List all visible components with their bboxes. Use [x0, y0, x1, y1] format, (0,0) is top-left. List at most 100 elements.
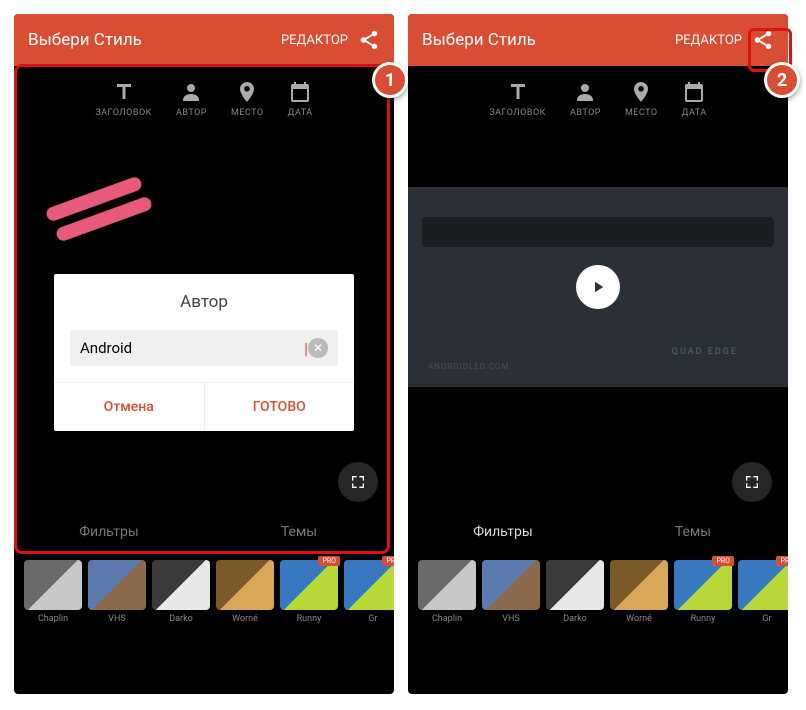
filter-runny[interactable]: RunnyPRO — [674, 560, 732, 624]
person-icon — [573, 80, 597, 104]
title-icon — [506, 80, 530, 104]
page-title: Выбери Стиль — [28, 30, 142, 50]
header: Выбери Стиль РЕДАКТОР — [408, 14, 788, 66]
filter-thumb — [344, 560, 394, 610]
location-icon — [629, 80, 653, 104]
preview-area: QUAD EDGE ANDROIDLED.COM — [408, 132, 788, 442]
toolbar: ЗАГОЛОВОК АВТОР МЕСТО ДАТА — [14, 66, 394, 132]
dialog-buttons: Отмена ГОТОВО — [54, 382, 354, 431]
tool-label: МЕСТО — [231, 108, 264, 118]
editor-label[interactable]: РЕДАКТОР — [281, 33, 348, 48]
tool-label: АВТОР — [570, 108, 601, 118]
filter-vhs[interactable]: VHS — [482, 560, 540, 624]
editor-label[interactable]: РЕДАКТОР — [675, 33, 742, 48]
filter-label: Worné — [232, 614, 258, 624]
header: Выбери Стиль РЕДАКТОР — [14, 14, 394, 66]
tool-label: АВТОР — [176, 108, 207, 118]
share-icon[interactable] — [358, 29, 380, 51]
filter-strip[interactable]: ChaplinVHSDarkoWornéRunnyPROGrPRO — [408, 552, 788, 632]
filter-label: Chaplin — [38, 614, 68, 624]
filter-label: Gr — [368, 614, 377, 624]
tab-themes[interactable]: Темы — [598, 512, 788, 552]
filter-label: Runny — [297, 614, 322, 624]
tool-label: МЕСТО — [625, 108, 658, 118]
play-icon — [589, 278, 607, 296]
filter-thumb — [674, 560, 732, 610]
tab-filters[interactable]: Фильтры — [14, 512, 204, 552]
device-frame — [422, 217, 774, 247]
filter-gr[interactable]: GrPRO — [344, 560, 394, 624]
tool-title[interactable]: ЗАГОЛОВОК — [95, 80, 152, 118]
page-title: Выбери Стиль — [422, 30, 536, 50]
filter-thumb — [216, 560, 274, 610]
filter-thumb — [88, 560, 146, 610]
title-icon — [112, 80, 136, 104]
tool-label: ЗАГОЛОВОК — [489, 108, 546, 118]
filter-gr[interactable]: GrPRO — [738, 560, 788, 624]
play-button[interactable] — [576, 265, 620, 309]
filter-worné[interactable]: Worné — [610, 560, 668, 624]
filter-thumb — [24, 560, 82, 610]
marker-2: 2 — [764, 62, 800, 98]
tool-label: ДАТА — [682, 108, 707, 118]
video-preview[interactable]: QUAD EDGE ANDROIDLED.COM — [408, 187, 788, 387]
dialog-title: Автор — [54, 274, 354, 330]
tool-title[interactable]: ЗАГОЛОВОК — [489, 80, 546, 118]
tool-date[interactable]: ДАТА — [682, 80, 707, 118]
tab-filters[interactable]: Фильтры — [408, 512, 598, 552]
filter-thumb — [546, 560, 604, 610]
filter-label: Gr — [762, 614, 771, 624]
filter-label: Chaplin — [432, 614, 462, 624]
filter-thumb — [280, 560, 338, 610]
filter-thumb — [152, 560, 210, 610]
filter-thumb — [738, 560, 788, 610]
filter-label: Darko — [563, 614, 587, 624]
tool-place[interactable]: МЕСТО — [625, 80, 658, 118]
filter-thumb — [610, 560, 668, 610]
pro-badge: PRO — [712, 556, 734, 566]
preview-image — [34, 162, 174, 252]
cancel-button[interactable]: Отмена — [54, 383, 205, 431]
phone-left: Выбери Стиль РЕДАКТОР ЗАГОЛОВОК АВТОР МЕ… — [14, 14, 394, 694]
tab-themes[interactable]: Темы — [204, 512, 394, 552]
filter-strip[interactable]: ChaplinVHSDarkoWornéRunnyPROGrPRO — [14, 552, 394, 632]
author-dialog: Автор | ✕ Отмена ГОТОВО — [54, 274, 354, 431]
tabs: Фильтры Темы — [408, 512, 788, 552]
filter-darko[interactable]: Darko — [546, 560, 604, 624]
filter-chaplin[interactable]: Chaplin — [24, 560, 82, 624]
tool-author[interactable]: АВТОР — [570, 80, 601, 118]
tabs: Фильтры Темы — [14, 512, 394, 552]
filter-label: VHS — [108, 614, 126, 624]
tool-date[interactable]: ДАТА — [288, 80, 313, 118]
tool-label: ЗАГОЛОВОК — [95, 108, 152, 118]
tool-author[interactable]: АВТОР — [176, 80, 207, 118]
fullscreen-icon — [350, 474, 366, 490]
author-input[interactable] — [80, 339, 304, 357]
filter-darko[interactable]: Darko — [152, 560, 210, 624]
filter-runny[interactable]: RunnyPRO — [280, 560, 338, 624]
clear-icon[interactable]: ✕ — [308, 338, 328, 358]
watermark: QUAD EDGE — [672, 347, 738, 357]
filter-chaplin[interactable]: Chaplin — [418, 560, 476, 624]
location-icon — [235, 80, 259, 104]
filter-label: Runny — [691, 614, 716, 624]
watermark-url: ANDROIDLED.COM — [428, 362, 510, 371]
share-icon[interactable] — [752, 29, 774, 51]
fullscreen-button[interactable] — [338, 462, 378, 502]
dialog-input-wrap: | ✕ — [70, 330, 338, 366]
filter-label: Darko — [169, 614, 193, 624]
phone-right: Выбери Стиль РЕДАКТОР ЗАГОЛОВОК АВТОР МЕ… — [408, 14, 788, 694]
filter-worné[interactable]: Worné — [216, 560, 274, 624]
done-button[interactable]: ГОТОВО — [205, 383, 355, 431]
tool-place[interactable]: МЕСТО — [231, 80, 264, 118]
marker-1: 1 — [372, 62, 408, 98]
filter-vhs[interactable]: VHS — [88, 560, 146, 624]
calendar-icon — [682, 80, 706, 104]
pro-badge: PRO — [318, 556, 340, 566]
pro-badge: PRO — [382, 556, 394, 566]
fullscreen-button[interactable] — [732, 462, 772, 502]
calendar-icon — [288, 80, 312, 104]
fullscreen-icon — [744, 474, 760, 490]
filter-label: VHS — [502, 614, 520, 624]
tool-label: ДАТА — [288, 108, 313, 118]
